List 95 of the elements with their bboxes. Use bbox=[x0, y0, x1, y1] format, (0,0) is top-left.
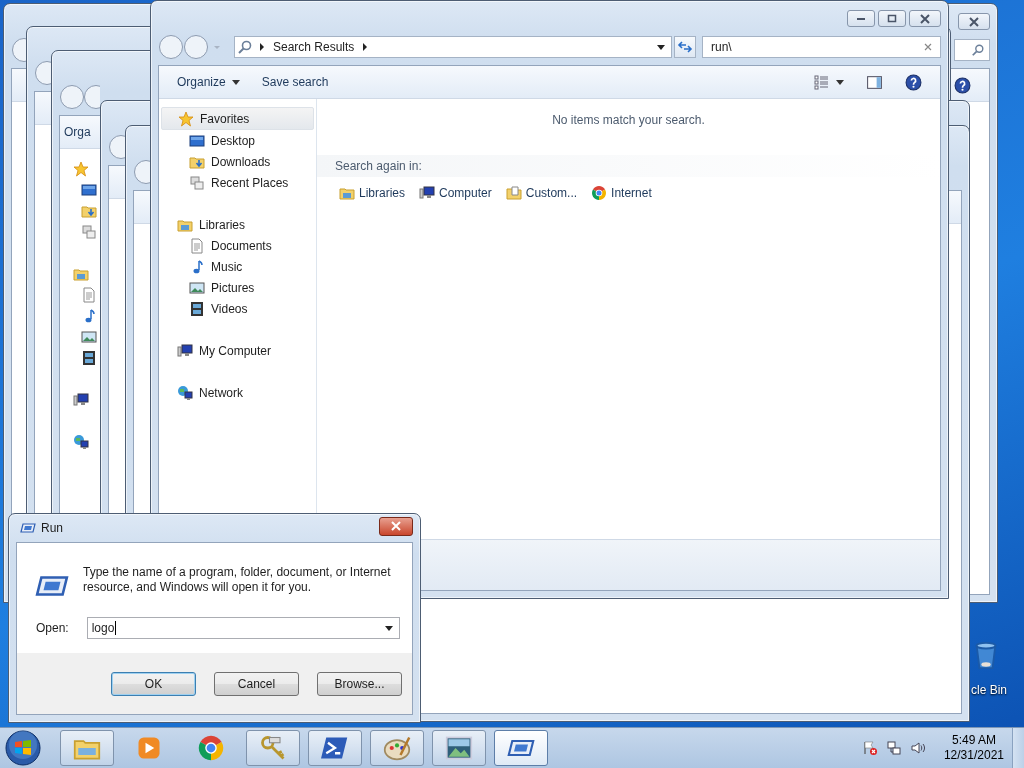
taskbar-button[interactable] bbox=[60, 730, 114, 766]
stacked-windows-icon[interactable] bbox=[81, 224, 97, 240]
instruction-text: Type the name of a program, folder, document, or Internet resource, and Windows will open it for you. bbox=[83, 565, 392, 595]
search-field[interactable]: run\ bbox=[702, 36, 941, 58]
nav-item[interactable]: Network bbox=[159, 382, 314, 403]
taskbar-button[interactable] bbox=[432, 730, 486, 766]
monitor-icon[interactable] bbox=[81, 182, 97, 198]
document-icon bbox=[189, 237, 205, 254]
chevron-icon bbox=[259, 43, 265, 51]
search-location-link[interactable]: Internet bbox=[591, 185, 652, 201]
search-field[interactable] bbox=[954, 39, 990, 61]
preview-pane-icon[interactable] bbox=[866, 73, 883, 91]
picture-icon[interactable] bbox=[81, 329, 97, 345]
globe-computer-icon[interactable] bbox=[73, 434, 89, 450]
stacked-windows-icon bbox=[189, 174, 205, 191]
caret-icon[interactable] bbox=[836, 79, 844, 85]
close-button[interactable] bbox=[958, 13, 990, 30]
search-icon bbox=[237, 39, 253, 55]
toolbar-button[interactable]: Save search bbox=[253, 72, 337, 92]
empty-message: No items match your search. bbox=[551, 112, 706, 129]
address-bar[interactable]: Search Results bbox=[234, 36, 672, 58]
nav-item[interactable]: Recent Places bbox=[159, 172, 316, 193]
computer-icon bbox=[419, 185, 436, 201]
search-location-link[interactable]: Libraries bbox=[339, 185, 406, 201]
nav-item[interactable]: Favorites bbox=[161, 107, 314, 130]
run-icon bbox=[20, 520, 36, 536]
caret-icon bbox=[231, 79, 240, 85]
help-icon[interactable] bbox=[954, 76, 971, 94]
start-button[interactable] bbox=[4, 729, 42, 767]
minimize-button[interactable] bbox=[847, 10, 875, 27]
clock-time[interactable]: 5:49 AM bbox=[951, 733, 996, 748]
palette-icon bbox=[383, 734, 411, 762]
network-icon[interactable] bbox=[885, 740, 902, 756]
taskbar-button[interactable] bbox=[494, 730, 548, 766]
taskbar-button[interactable] bbox=[370, 730, 424, 766]
search-location-link[interactable]: Computer bbox=[419, 185, 492, 201]
maximize-button[interactable] bbox=[878, 10, 906, 27]
computer-icon[interactable] bbox=[73, 392, 89, 408]
close-icon bbox=[968, 16, 980, 27]
dialog-button[interactable]: Cancel bbox=[214, 671, 299, 696]
nav-item[interactable]: Documents bbox=[159, 235, 316, 256]
clock-date[interactable]: 12/31/2021 bbox=[943, 748, 1004, 763]
open-combo-field[interactable]: logo bbox=[86, 617, 400, 639]
desktop-icon-label: cle Bin bbox=[971, 683, 1008, 697]
dropdown-arrow-icon[interactable] bbox=[385, 625, 393, 631]
taskbar-button[interactable] bbox=[246, 730, 300, 766]
help-icon[interactable] bbox=[905, 73, 922, 91]
flag-icon[interactable] bbox=[861, 740, 878, 756]
nav-item[interactable]: Videos bbox=[159, 298, 316, 319]
star-icon[interactable] bbox=[73, 161, 89, 177]
close-icon bbox=[390, 521, 402, 531]
folder-icon[interactable] bbox=[73, 266, 89, 282]
photo-icon bbox=[445, 734, 473, 762]
clear-icon[interactable] bbox=[924, 43, 932, 51]
film-icon bbox=[189, 300, 205, 317]
nav-item[interactable]: Downloads bbox=[159, 151, 316, 172]
refresh-button[interactable] bbox=[674, 36, 696, 58]
close-icon bbox=[919, 13, 931, 24]
picture-icon bbox=[189, 279, 205, 296]
nav-item[interactable]: Pictures bbox=[159, 277, 316, 298]
toolbar-button[interactable]: Orga bbox=[60, 122, 95, 142]
nav-item[interactable]: Desktop bbox=[159, 130, 316, 151]
computer-icon bbox=[177, 342, 193, 359]
folder-icon[interactable] bbox=[81, 203, 97, 219]
globe-computer-icon bbox=[177, 384, 193, 401]
browser-icon bbox=[197, 734, 225, 762]
taskbar-button[interactable] bbox=[308, 730, 362, 766]
speaker-icon[interactable] bbox=[909, 740, 926, 756]
chevron-icon bbox=[362, 43, 369, 51]
minimize-icon bbox=[857, 17, 865, 20]
restore-icon bbox=[886, 13, 898, 24]
folder-icon bbox=[339, 185, 355, 201]
nav-item[interactable]: My Computer bbox=[159, 340, 314, 361]
field-label: Open: bbox=[36, 621, 69, 635]
dialog-button[interactable]: OK bbox=[111, 671, 196, 696]
film-icon[interactable] bbox=[81, 350, 97, 366]
breadcrumb[interactable]: Search Results bbox=[271, 40, 357, 54]
dropdown-arrow-icon[interactable] bbox=[657, 44, 665, 50]
star-icon bbox=[178, 110, 194, 127]
nav-item[interactable]: Libraries bbox=[159, 214, 314, 235]
browser-icon bbox=[591, 185, 608, 201]
refresh-icon bbox=[677, 39, 693, 55]
close-button[interactable] bbox=[909, 10, 941, 27]
view-list-icon[interactable] bbox=[814, 74, 830, 90]
keys-icon bbox=[259, 734, 287, 762]
search-location-link[interactable]: Custom... bbox=[505, 185, 578, 201]
folder-icon bbox=[505, 185, 522, 201]
search-icon bbox=[971, 43, 985, 57]
monitor-icon bbox=[189, 132, 205, 149]
window-title: Run bbox=[41, 521, 63, 535]
nav-item[interactable]: Music bbox=[159, 256, 316, 277]
section-label: Search again in: bbox=[335, 159, 422, 173]
dialog-button[interactable]: Browse... bbox=[317, 671, 402, 696]
menu-button[interactable]: Organize bbox=[169, 72, 248, 92]
close-button[interactable] bbox=[379, 516, 413, 536]
